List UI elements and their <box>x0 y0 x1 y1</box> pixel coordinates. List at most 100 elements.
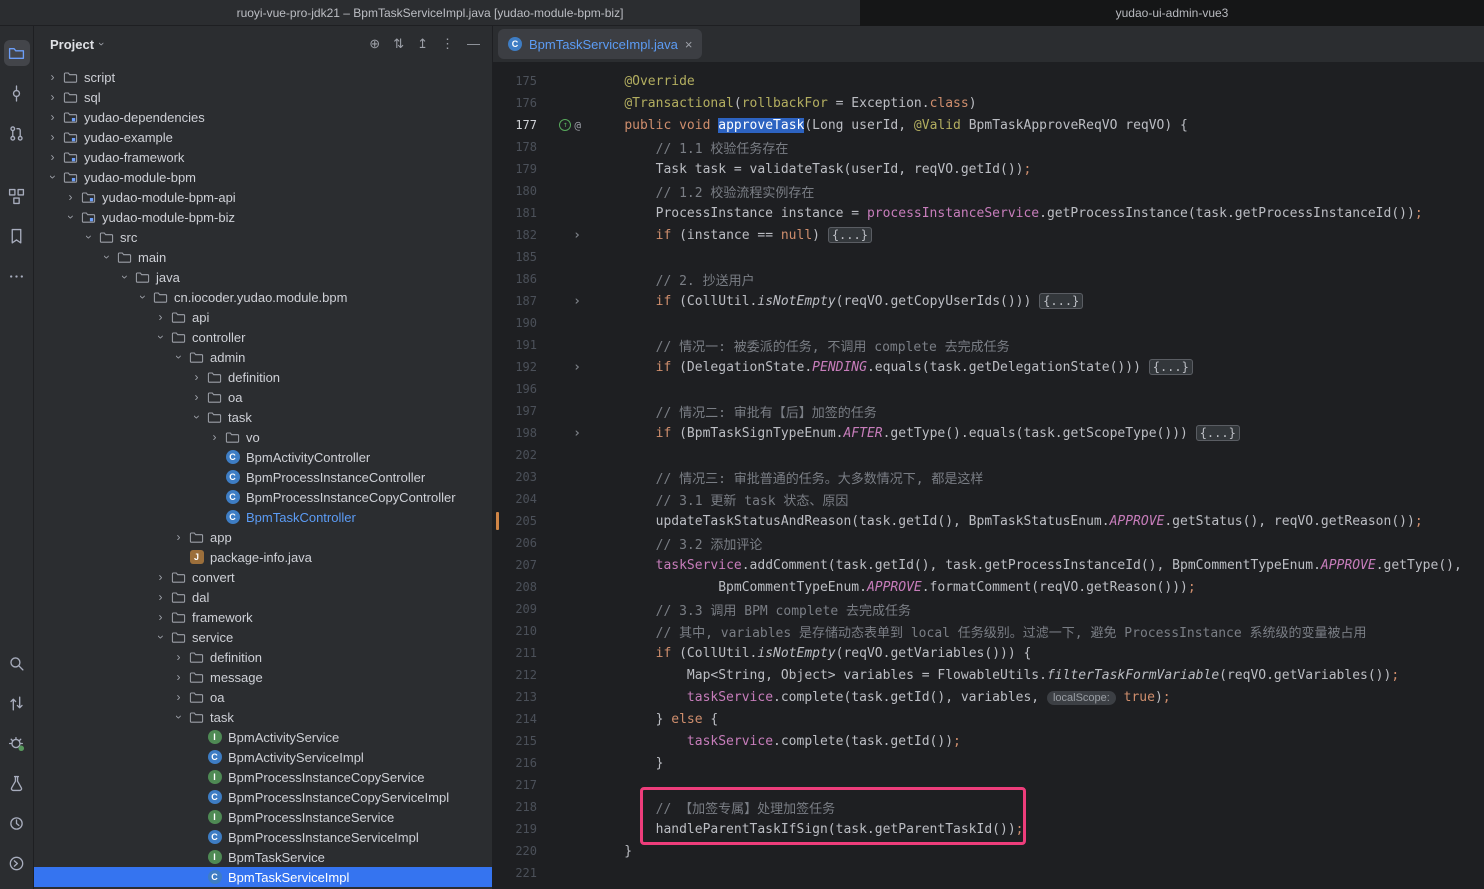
tree-item-yudao-example[interactable]: ›yudao-example <box>34 127 492 147</box>
code-line[interactable]: 217 <box>493 774 1484 796</box>
tree-item-task[interactable]: ›task <box>34 407 492 427</box>
chevron-down-icon[interactable]: › <box>152 630 169 644</box>
chevron-right-icon[interactable]: › <box>188 370 205 384</box>
tree-item-definition[interactable]: ›definition <box>34 647 492 667</box>
tree-item-bpmactivityservice[interactable]: IBpmActivityService <box>34 727 492 747</box>
gutter[interactable]: 212 <box>493 664 593 686</box>
tree-item-dal[interactable]: ›dal <box>34 587 492 607</box>
tree-item-controller[interactable]: ›controller <box>34 327 492 347</box>
code-line[interactable]: 185 <box>493 246 1484 268</box>
line-number[interactable]: 176 <box>493 96 537 110</box>
gutter[interactable]: 186 <box>493 268 593 290</box>
line-number[interactable]: 218 <box>493 800 537 814</box>
folded-region[interactable]: {...} <box>1039 293 1083 309</box>
code-line[interactable]: 205 updateTaskStatusAndReason(task.getId… <box>493 510 1484 532</box>
chevron-down-icon[interactable]: › <box>170 710 187 724</box>
chevron-right-icon[interactable]: › <box>62 190 79 204</box>
gutter[interactable]: 181 <box>493 202 593 224</box>
line-number[interactable]: 178 <box>493 140 537 154</box>
override-icon[interactable]: ↑ <box>559 119 571 131</box>
code-line[interactable]: 219 handleParentTaskIfSign(task.getParen… <box>493 818 1484 840</box>
commit-icon[interactable] <box>4 80 30 106</box>
tree-item-definition[interactable]: ›definition <box>34 367 492 387</box>
gutter[interactable]: 182› <box>493 224 593 246</box>
code-line[interactable]: 215 taskService.complete(task.getId()); <box>493 730 1484 752</box>
tree-item-vo[interactable]: ›vo <box>34 427 492 447</box>
code-line[interactable]: 178 // 1.1 校验任务存在 <box>493 136 1484 158</box>
code-line[interactable]: 220 } <box>493 840 1484 862</box>
code-line[interactable]: 221 <box>493 862 1484 884</box>
chevron-down-icon[interactable]: › <box>80 230 97 244</box>
fold-arrow-icon[interactable]: › <box>573 294 581 309</box>
tree-item-package-info-java[interactable]: Jpackage-info.java <box>34 547 492 567</box>
code-line[interactable]: 187› if (CollUtil.isNotEmpty(reqVO.getCo… <box>493 290 1484 312</box>
tree-item-app[interactable]: ›app <box>34 527 492 547</box>
line-number[interactable]: 214 <box>493 712 537 726</box>
code-line[interactable]: 204 // 3.1 更新 task 状态、原因 <box>493 488 1484 510</box>
terminal-icon[interactable] <box>4 850 30 876</box>
tree-item-oa[interactable]: ›oa <box>34 387 492 407</box>
tree-item-api[interactable]: ›api <box>34 307 492 327</box>
chevron-down-icon[interactable]: › <box>152 330 169 344</box>
code-line[interactable]: 202 <box>493 444 1484 466</box>
code-line[interactable]: 210 // 其中, variables 是存储动态表单到 local 任务级别… <box>493 620 1484 642</box>
code-line[interactable]: 177↑@ public void approveTask(Long userI… <box>493 114 1484 136</box>
chevron-right-icon[interactable]: › <box>152 610 169 624</box>
gutter[interactable]: 191 <box>493 334 593 356</box>
chevron-right-icon[interactable]: › <box>170 530 187 544</box>
line-number[interactable]: 206 <box>493 536 537 550</box>
tree-item-convert[interactable]: ›convert <box>34 567 492 587</box>
gutter[interactable]: 178 <box>493 136 593 158</box>
gutter[interactable]: 220 <box>493 840 593 862</box>
code-line[interactable]: 180 // 1.2 校验流程实例存在 <box>493 180 1484 202</box>
code-line[interactable]: 197 // 情况二: 审批有【后】加签的任务 <box>493 400 1484 422</box>
line-number[interactable]: 219 <box>493 822 537 836</box>
gutter[interactable]: 197 <box>493 400 593 422</box>
line-number[interactable]: 198 <box>493 426 537 440</box>
tree-item-main[interactable]: ›main <box>34 247 492 267</box>
pull-requests-icon[interactable] <box>4 120 30 146</box>
gutter[interactable]: 190 <box>493 312 593 334</box>
code-line[interactable]: 190 <box>493 312 1484 334</box>
tree-item-task[interactable]: ›task <box>34 707 492 727</box>
tree-item-message[interactable]: ›message <box>34 667 492 687</box>
annotation-gutter-icon[interactable]: @ <box>574 119 581 132</box>
tree-item-sql[interactable]: ›sql <box>34 87 492 107</box>
gutter[interactable]: 216 <box>493 752 593 774</box>
project-icon[interactable] <box>4 40 30 66</box>
close-icon[interactable]: × <box>685 37 693 52</box>
chevron-down-icon[interactable]: › <box>188 410 205 424</box>
gutter[interactable]: 179 <box>493 158 593 180</box>
gutter[interactable]: 213 <box>493 686 593 708</box>
tree-item-bpmprocessinstancecopyservice[interactable]: IBpmProcessInstanceCopyService <box>34 767 492 787</box>
chevron-down-icon[interactable]: › <box>44 170 61 184</box>
tree-item-bpmprocessinstancecopycontroller[interactable]: CBpmProcessInstanceCopyController <box>34 487 492 507</box>
tree-item-bpmtaskservice[interactable]: IBpmTaskService <box>34 847 492 867</box>
code-line[interactable]: 176 @Transactional(rollbackFor = Excepti… <box>493 92 1484 114</box>
code-line[interactable]: 212 Map<String, Object> variables = Flow… <box>493 664 1484 686</box>
chevron-right-icon[interactable]: › <box>152 310 169 324</box>
line-number[interactable]: 215 <box>493 734 537 748</box>
bookmarks-icon[interactable] <box>4 223 30 249</box>
line-number[interactable]: 216 <box>493 756 537 770</box>
tree-item-bpmprocessinstanceservice[interactable]: IBpmProcessInstanceService <box>34 807 492 827</box>
gutter[interactable]: 218 <box>493 796 593 818</box>
tree-item-bpmprocessinstancecopyserviceimpl[interactable]: CBpmProcessInstanceCopyServiceImpl <box>34 787 492 807</box>
code-line[interactable]: 198› if (BpmTaskSignTypeEnum.AFTER.getTy… <box>493 422 1484 444</box>
line-number[interactable]: 197 <box>493 404 537 418</box>
line-number[interactable]: 192 <box>493 360 537 374</box>
gutter[interactable]: 192› <box>493 356 593 378</box>
line-number[interactable]: 211 <box>493 646 537 660</box>
code-line[interactable]: 175 @Override <box>493 70 1484 92</box>
locate-file-icon[interactable]: ⊕ <box>369 36 380 52</box>
line-number[interactable]: 221 <box>493 866 537 880</box>
line-number[interactable]: 205 <box>493 514 537 528</box>
structure-icon[interactable] <box>4 183 30 209</box>
code-line[interactable]: 207 taskService.addComment(task.getId(),… <box>493 554 1484 576</box>
chevron-down-icon[interactable]: › <box>62 210 79 224</box>
find-icon[interactable] <box>4 650 30 676</box>
gutter[interactable]: 175 <box>493 70 593 92</box>
line-number[interactable]: 175 <box>493 74 537 88</box>
line-number[interactable]: 204 <box>493 492 537 506</box>
editor-tab[interactable]: C BpmTaskServiceImpl.java × <box>498 29 702 59</box>
